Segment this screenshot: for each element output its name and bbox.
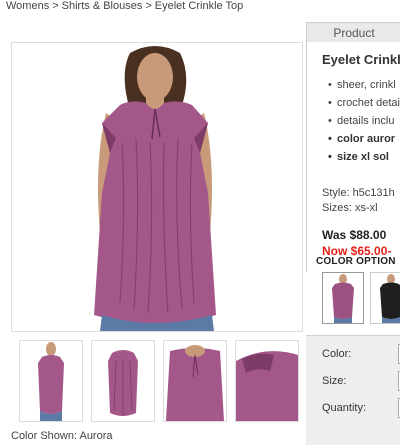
model-photo: [12, 43, 302, 331]
feature-item: details inclu: [328, 115, 400, 133]
breadcrumb-shirts-blouses[interactable]: Shirts & Blouses: [62, 0, 143, 12]
thumbnail-detail-shoulder[interactable]: [235, 340, 299, 422]
thumbnail-strip: [19, 340, 299, 422]
breadcrumb-current: Eyelet Crinkle Top: [154, 0, 244, 12]
original-price: Was $88.00: [322, 228, 387, 242]
product-panel: Product Eyelet Crinkl sheer, crinkl croc…: [306, 22, 400, 445]
color-swatch-black[interactable]: [370, 272, 400, 324]
breadcrumb: Womens > Shirts & Blouses > Eyelet Crinkle T…: [6, 0, 243, 12]
breadcrumb-separator: >: [52, 0, 59, 12]
thumbnail-image: [20, 341, 82, 421]
purchase-form: [306, 335, 400, 445]
thumbnail-side[interactable]: [91, 340, 155, 422]
color-shown-label: Color Shown: Aurora: [11, 430, 113, 442]
breadcrumb-separator: >: [145, 0, 152, 12]
style-number: Style: h5c131h: [322, 187, 395, 199]
product-title: Eyelet Crinkl: [322, 52, 400, 67]
tab-product[interactable]: Product: [306, 22, 400, 42]
feature-list: sheer, crinkl crochet detai details incl…: [328, 79, 400, 169]
swatch-image: [323, 273, 363, 323]
main-product-image[interactable]: [11, 42, 303, 332]
color-swatch-aurora[interactable]: [322, 272, 364, 324]
size-select-label: Size:: [322, 375, 347, 387]
swatch-image: [371, 273, 400, 323]
breadcrumb-womens[interactable]: Womens: [6, 0, 49, 12]
feature-item: sheer, crinkl: [328, 79, 400, 97]
quantity-label: Quantity:: [322, 402, 367, 414]
thumbnail-image: [92, 341, 154, 421]
feature-item-color: color auror: [328, 133, 400, 151]
thumbnail-image: [236, 341, 298, 421]
color-options-heading: COLOR OPTION: [316, 256, 396, 267]
feature-item: crochet detai: [328, 97, 400, 115]
color-select-label: Color:: [322, 348, 352, 360]
size-range: Sizes: xs-xl: [322, 202, 378, 214]
feature-item-size: size xl sol: [328, 151, 400, 169]
thumbnail-image: [164, 341, 226, 421]
thumbnail-front[interactable]: [19, 340, 83, 422]
thumbnail-detail-neckline[interactable]: [163, 340, 227, 422]
